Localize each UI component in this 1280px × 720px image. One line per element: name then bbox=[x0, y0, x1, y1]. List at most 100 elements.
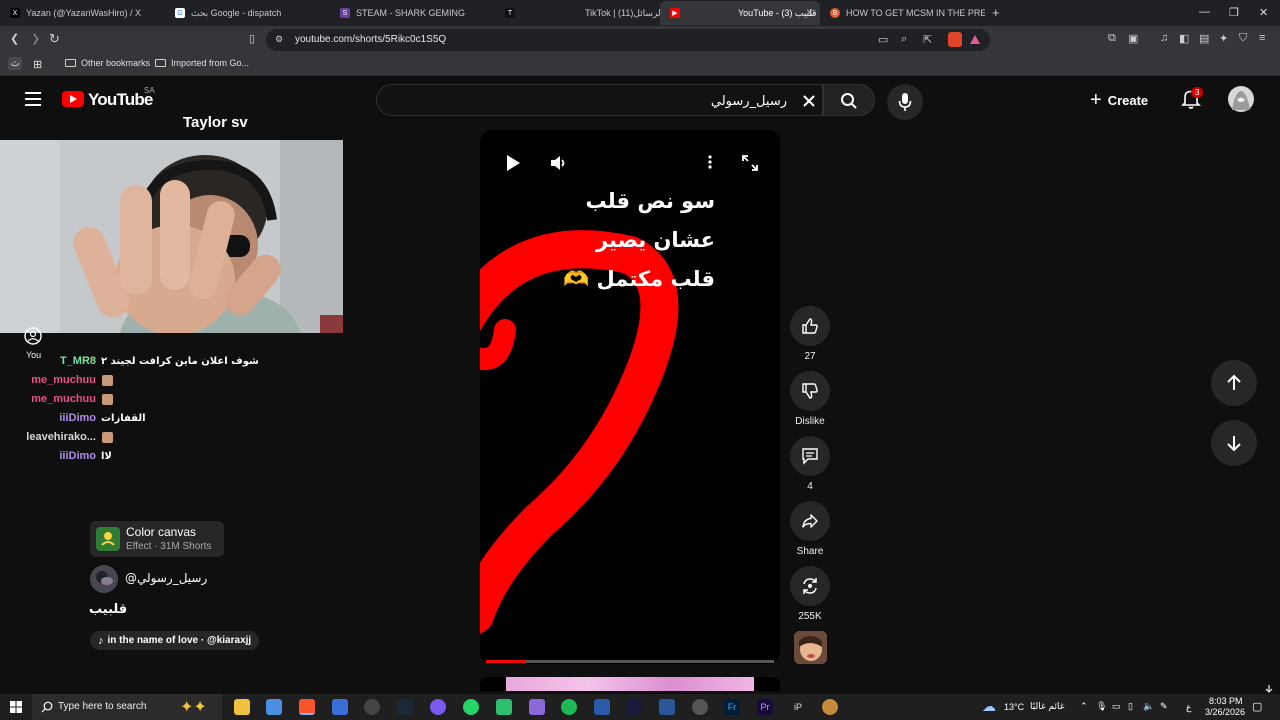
dislike-button[interactable] bbox=[790, 371, 830, 411]
more-options-icon[interactable] bbox=[707, 154, 713, 170]
app-icon-round[interactable] bbox=[822, 699, 838, 715]
download-indicator-icon[interactable] bbox=[1264, 684, 1274, 694]
windows-start-icon[interactable] bbox=[10, 701, 22, 713]
volume-icon[interactable] bbox=[549, 154, 567, 172]
spotify-icon[interactable] bbox=[561, 699, 577, 715]
chat-username[interactable]: me_muchuu bbox=[0, 374, 96, 386]
new-tab-button[interactable]: + bbox=[992, 5, 1000, 20]
address-bar[interactable]: ⚙ youtube.com/shorts/5Rikc0c1S5Q ▭ ⌕ ⇱ bbox=[266, 29, 990, 51]
tab-x[interactable]: X Yazan (@YazanWasHiro) / X bbox=[0, 1, 165, 25]
forward-icon[interactable]: ❯ bbox=[31, 32, 40, 45]
youtube-logo-icon[interactable] bbox=[62, 91, 84, 107]
video-progress-bar[interactable] bbox=[486, 660, 774, 663]
gamepad-icon[interactable] bbox=[529, 699, 545, 715]
notification-center-icon[interactable]: ▢ bbox=[1252, 700, 1262, 713]
battery-icon[interactable]: ▯ bbox=[1128, 701, 1133, 712]
store-icon[interactable] bbox=[266, 699, 282, 715]
tab-tiktok-pinned[interactable]: T bbox=[495, 1, 575, 25]
shield-icon[interactable]: ⛉ bbox=[1239, 32, 1247, 45]
weather-cloud-icon[interactable]: ☁ bbox=[982, 698, 996, 715]
reload-icon[interactable]: ↻ bbox=[49, 31, 60, 47]
speaker-icon[interactable]: 🔈 bbox=[1143, 701, 1154, 712]
mic-tray-icon[interactable]: 🎙 bbox=[1096, 701, 1107, 712]
tray-chevron-icon[interactable]: ⌃ bbox=[1080, 701, 1088, 712]
network-icon[interactable]: ▭ bbox=[1112, 701, 1121, 712]
leo-ai-icon[interactable]: ✦ bbox=[1219, 32, 1228, 45]
create-button[interactable]: + Create bbox=[1090, 86, 1148, 114]
clock-time[interactable]: 8:03 PM bbox=[1209, 696, 1243, 706]
chat-username[interactable]: T_MR8 bbox=[0, 355, 96, 367]
tab-youtube[interactable]: ▶ YouTube - (3) قلبيب ✕ bbox=[660, 1, 820, 25]
fresco-icon[interactable]: Fr bbox=[724, 699, 740, 715]
chat-username[interactable]: leavehirako... bbox=[0, 431, 96, 443]
back-icon[interactable]: ❮ bbox=[10, 32, 19, 45]
discord-icon[interactable] bbox=[430, 699, 446, 715]
comments-button[interactable] bbox=[790, 436, 830, 476]
wallet-icon[interactable]: ▣ bbox=[1128, 32, 1138, 45]
next-short-preview[interactable] bbox=[480, 677, 780, 691]
premiere-icon[interactable]: Pr bbox=[757, 699, 773, 715]
pen-icon[interactable]: ✎ bbox=[1160, 701, 1168, 712]
clock-date[interactable]: 3/26/2026 bbox=[1205, 707, 1245, 717]
taskbar-search-box[interactable]: Type here to search ✦✦ bbox=[32, 694, 222, 720]
app-icon-dark[interactable] bbox=[626, 699, 642, 715]
outlook-icon[interactable] bbox=[332, 699, 348, 715]
search-input[interactable] bbox=[387, 91, 787, 111]
clear-search-icon[interactable] bbox=[802, 94, 816, 108]
share-page-icon[interactable]: ⇱ bbox=[923, 33, 932, 46]
tab-tiktok-messages[interactable]: TikTok | (11)الرسائل bbox=[575, 1, 660, 25]
menu-icon[interactable]: ≡ bbox=[1259, 32, 1265, 44]
effect-chip[interactable]: Color canvas Effect · 31M Shorts bbox=[90, 521, 224, 557]
remix-button[interactable] bbox=[790, 566, 830, 606]
channel-handle[interactable]: @رسيل_رسولي bbox=[125, 571, 207, 585]
minimize-icon[interactable]: — bbox=[1199, 6, 1210, 18]
fullscreen-icon[interactable] bbox=[742, 155, 758, 171]
short-video-player[interactable]: سو نص قلب عشان يصير قلب مكتمل 🫶 bbox=[480, 130, 780, 664]
share-button[interactable] bbox=[790, 501, 830, 541]
previous-short-button[interactable] bbox=[1211, 360, 1257, 406]
chat-username[interactable]: me_muchuu bbox=[0, 393, 96, 405]
apps-grid-icon[interactable]: ⊞ bbox=[33, 58, 42, 71]
guide-menu-icon[interactable] bbox=[25, 92, 41, 106]
like-button[interactable] bbox=[790, 306, 830, 346]
chat-username[interactable]: iiiDimo bbox=[0, 450, 96, 462]
tab-steam[interactable]: S STEAM - SHARK GEMING bbox=[330, 1, 495, 25]
file-explorer-icon[interactable] bbox=[234, 699, 250, 715]
input-language[interactable]: ع bbox=[1186, 702, 1191, 713]
app-icon-gray[interactable] bbox=[692, 699, 708, 715]
extensions-icon[interactable]: ⧉ bbox=[1108, 32, 1116, 45]
steam-app-icon[interactable] bbox=[397, 699, 413, 715]
bookmark-folder-imported[interactable]: Imported from Go... bbox=[155, 58, 249, 68]
close-window-icon[interactable]: ✕ bbox=[1259, 6, 1268, 19]
brave-shields-icon[interactable] bbox=[948, 32, 962, 47]
search-button[interactable] bbox=[823, 84, 875, 116]
audio-thumbnail[interactable] bbox=[794, 631, 827, 664]
account-avatar[interactable] bbox=[1228, 86, 1254, 112]
obs-icon[interactable] bbox=[364, 699, 380, 715]
zoom-icon[interactable]: ⌕ bbox=[901, 33, 907, 46]
play-icon[interactable] bbox=[505, 154, 521, 172]
cast-icon[interactable]: ▭ bbox=[878, 33, 888, 46]
vpn-icon[interactable]: ▤ bbox=[1199, 32, 1209, 45]
brave-browser-icon[interactable] bbox=[299, 699, 315, 715]
whatsapp-icon[interactable] bbox=[463, 699, 479, 715]
tab-mcsm[interactable]: B HOW TO GET MCSM IN THE PRESEN bbox=[820, 1, 985, 25]
restore-icon[interactable]: ❐ bbox=[1229, 6, 1239, 19]
site-info-icon[interactable]: ⚙ bbox=[275, 34, 283, 45]
close-tab-icon[interactable]: ✕ bbox=[806, 8, 814, 19]
youtube-wordmark[interactable]: YouTube bbox=[88, 90, 153, 110]
tab-google[interactable]: G بحث Google - dispatch bbox=[165, 1, 330, 25]
music-chip[interactable]: ♪ in the name of love · @kiaraxjj bbox=[90, 631, 260, 650]
media-icon[interactable]: ♫ bbox=[1160, 32, 1168, 44]
app-icon-ip[interactable]: iP bbox=[790, 699, 806, 715]
channel-avatar[interactable] bbox=[90, 565, 118, 593]
user-avatar-icon[interactable] bbox=[23, 327, 43, 345]
brave-rewards-icon[interactable] bbox=[970, 35, 980, 44]
bookmark-lang-button[interactable]: ث bbox=[8, 57, 23, 70]
chat-username[interactable]: iiiDimo bbox=[0, 412, 96, 424]
app-icon-blue[interactable] bbox=[594, 699, 610, 715]
sidebar-icon[interactable]: ◧ bbox=[1179, 32, 1189, 45]
voice-search-button[interactable] bbox=[887, 84, 923, 120]
app-icon-green[interactable] bbox=[496, 699, 512, 715]
next-short-button[interactable] bbox=[1211, 420, 1257, 466]
